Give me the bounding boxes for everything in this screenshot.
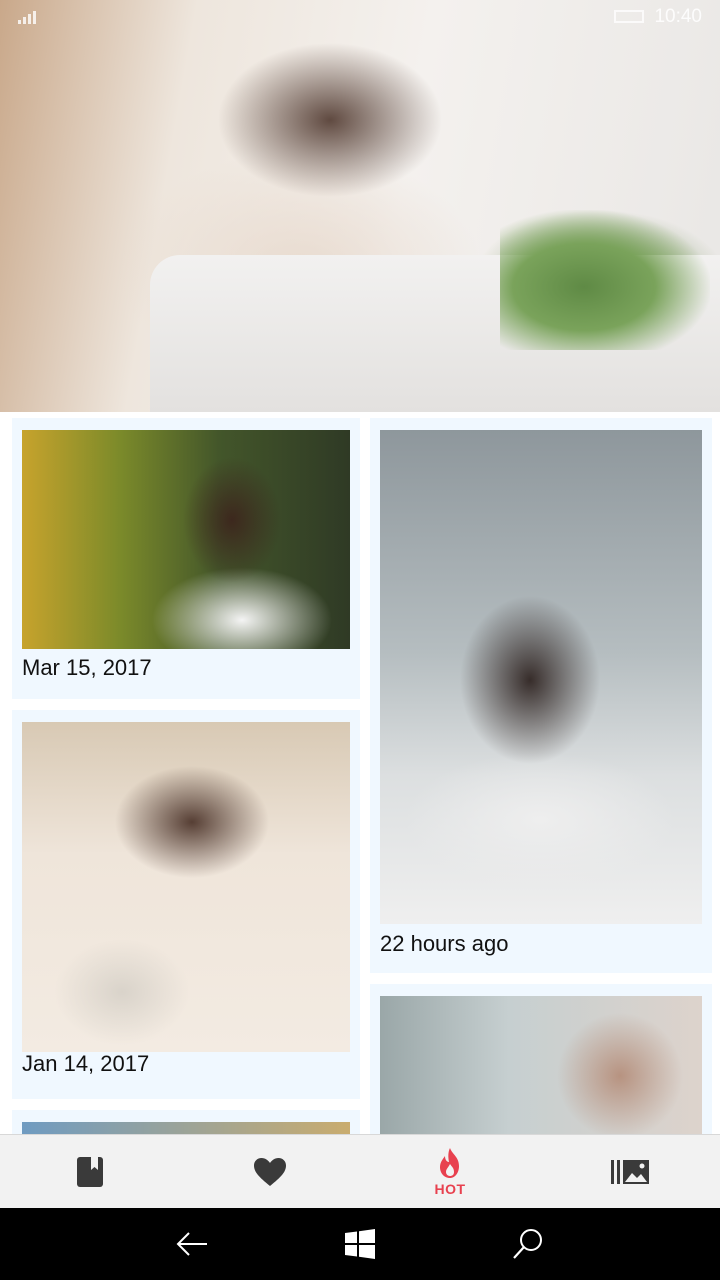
photo-thumbnail[interactable] xyxy=(22,430,350,649)
tab-hot-label: HOT xyxy=(434,1181,466,1197)
windows-start-icon xyxy=(345,1229,375,1259)
card-date: 22 hours ago xyxy=(380,931,509,956)
tab-gallery[interactable] xyxy=(540,1135,720,1209)
gallery-icon xyxy=(611,1160,649,1184)
card-date: Mar 15, 2017 xyxy=(22,655,152,680)
system-nav-bar xyxy=(0,1208,720,1280)
photo-card[interactable]: 22 hours ago xyxy=(370,418,712,973)
status-bar: 10:40 xyxy=(0,0,720,34)
back-button[interactable] xyxy=(172,1224,212,1264)
photo-thumbnail[interactable] xyxy=(22,1122,350,1134)
bookmark-book-icon xyxy=(77,1157,103,1187)
hero-image[interactable] xyxy=(0,0,720,412)
tab-favorites[interactable] xyxy=(180,1135,360,1209)
card-date: Jan 14, 2017 xyxy=(22,1051,150,1076)
tab-bookmarks[interactable] xyxy=(0,1135,180,1209)
photo-card[interactable]: Jan 14, 2017 xyxy=(12,710,360,1099)
photo-card[interactable]: Mar 15, 2017 xyxy=(12,418,360,699)
bottom-app-bar: HOT xyxy=(0,1134,720,1208)
search-icon xyxy=(513,1229,542,1259)
heart-icon xyxy=(254,1158,286,1186)
tab-hot[interactable]: HOT xyxy=(360,1135,540,1209)
photo-grid: Mar 15, 2017 Jan 14, 2017 22 hours ago xyxy=(0,412,720,1134)
search-button[interactable] xyxy=(508,1224,548,1264)
status-time: 10:40 xyxy=(654,6,702,27)
photo-card[interactable] xyxy=(12,1110,360,1134)
flame-icon xyxy=(440,1148,459,1178)
photo-card[interactable] xyxy=(370,984,712,1134)
photo-thumbnail[interactable] xyxy=(22,722,350,1052)
start-button[interactable] xyxy=(340,1224,380,1264)
photo-thumbnail[interactable] xyxy=(380,996,702,1134)
back-arrow-icon xyxy=(176,1232,207,1256)
battery-icon xyxy=(614,10,644,23)
photo-thumbnail[interactable] xyxy=(380,430,702,924)
signal-icon xyxy=(18,11,36,24)
